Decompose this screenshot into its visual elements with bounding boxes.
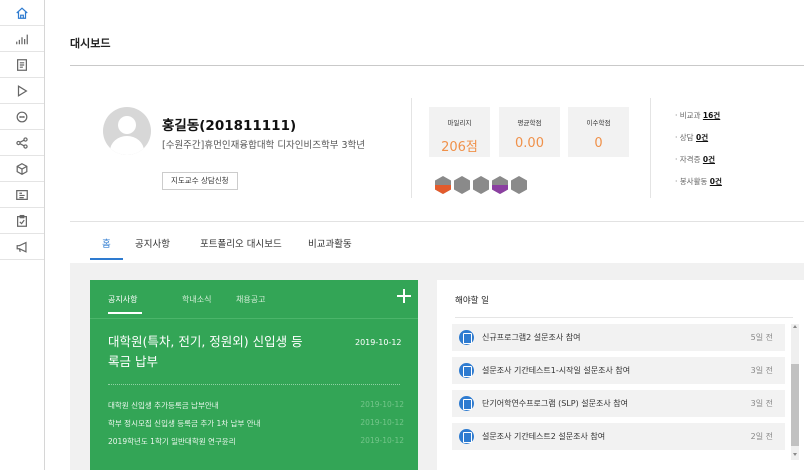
todo-list: 신규프로그램2 설문조사 참여 5일 전 설문조사 기간테스트1-시작일 설문조… — [452, 324, 785, 456]
todo-item[interactable]: 설문조사 기간테스트1-시작일 설문조사 참여 3일 전 — [452, 357, 785, 384]
sidebar-item-megaphone[interactable] — [0, 234, 44, 260]
sidebar-item-clipboard[interactable] — [0, 208, 44, 234]
todo-time: 5일 전 — [750, 333, 773, 342]
summary-count-link[interactable]: 0건 — [696, 133, 708, 142]
stat-label: 이수학점 — [586, 119, 611, 127]
panel-divider — [90, 318, 418, 319]
featured-notice-date: 2019-10-12 — [355, 338, 402, 347]
cube-icon — [16, 162, 28, 175]
clipboard-icon — [17, 214, 27, 227]
activity-summary-list: · 비교과 16건 · 상담 0건 · 자격증 0건 · 봉사활동 0건 — [675, 105, 722, 193]
list-item[interactable]: 대학원 신입생 추가등록금 납부안내 2019-10-12 — [108, 400, 404, 418]
scroll-up-icon[interactable] — [793, 325, 797, 328]
summary-count-link[interactable]: 16건 — [703, 111, 720, 120]
user-department: [수원주간]휴먼인재융합대학 디자인비즈학부 3학년 — [162, 140, 366, 151]
notice-list: 대학원 신입생 추가등록금 납부안내 2019-10-12 학부 정시모집 신입생… — [108, 400, 404, 454]
tab-home[interactable]: 홈 — [102, 236, 111, 250]
todo-text: 단기어학연수프로그램 (SLP) 설문조사 참여 — [482, 399, 628, 408]
badge-hexagon-icon — [473, 176, 489, 194]
tabs-divider — [70, 221, 804, 222]
todo-item[interactable]: 설문조사 기간테스트2 설문조사 참여 2일 전 — [452, 423, 785, 450]
summary-count-link[interactable]: 0건 — [703, 155, 715, 164]
sidebar-item-cube[interactable] — [0, 156, 44, 182]
home-icon — [16, 6, 28, 19]
todo-text: 신규프로그램2 설문조사 참여 — [482, 333, 581, 342]
sidebar-item-document[interactable] — [0, 52, 44, 78]
document-icon — [17, 58, 27, 71]
dotted-divider — [108, 384, 400, 385]
user-name: 홍길동(201811111) — [162, 118, 297, 134]
todo-time: 2일 전 — [750, 432, 773, 441]
chat-icon — [16, 111, 28, 122]
todo-time: 3일 전 — [750, 399, 773, 408]
todo-text: 설문조사 기간테스트2 설문조사 참여 — [482, 432, 606, 441]
stats-divider — [650, 98, 651, 198]
badge-hexagon-icon — [435, 176, 451, 194]
main-content: 대시보드 홍길동(201811111) [수원주간]휴먼인재융합대학 디자인비즈… — [45, 0, 804, 470]
todo-time: 3일 전 — [750, 366, 773, 375]
active-tab-indicator — [90, 258, 123, 260]
tab-notices[interactable]: 공지사항 — [135, 236, 170, 250]
todo-divider — [455, 317, 793, 318]
sidebar-item-chat[interactable] — [0, 104, 44, 130]
panel-active-tab-indicator — [108, 312, 142, 314]
stat-label: 마일리지 — [447, 119, 472, 127]
scroll-down-icon[interactable] — [793, 453, 797, 456]
title-divider — [70, 65, 804, 66]
profile-divider — [411, 98, 412, 198]
id-card-icon — [16, 189, 28, 200]
add-icon[interactable] — [397, 289, 411, 303]
app-root: 대시보드 홍길동(201811111) [수원주간]휴먼인재융합대학 디자인비즈… — [0, 0, 804, 470]
stat-value: 206점 — [441, 140, 478, 155]
panel-tab-campus-news[interactable]: 학내소식 — [182, 294, 211, 305]
avatar — [103, 107, 151, 155]
badge-hexagon-icon — [511, 176, 527, 194]
clipboard-icon — [459, 330, 474, 345]
bar-chart-icon — [16, 34, 28, 44]
advisor-consult-button[interactable]: 지도교수 상담신청 — [162, 172, 238, 190]
megaphone-icon — [16, 241, 27, 253]
stat-gpa: 평균학점 0.00 — [499, 107, 560, 157]
sidebar-item-idcard[interactable] — [0, 182, 44, 208]
clipboard-icon — [459, 429, 474, 444]
share-icon — [16, 136, 28, 149]
todo-panel: 해야할 일 신규프로그램2 설문조사 참여 5일 전 설문조사 기간테스트1-시… — [437, 280, 804, 470]
play-icon — [17, 84, 28, 97]
summary-item-counseling: · 상담 0건 — [675, 133, 709, 142]
stat-value: 0.00 — [515, 136, 544, 151]
panel-tab-notices[interactable]: 공지사항 — [108, 294, 137, 305]
summary-count-link[interactable]: 0건 — [710, 177, 722, 186]
clipboard-icon — [459, 363, 474, 378]
stat-label: 평균학점 — [517, 119, 542, 127]
stat-value: 0 — [594, 136, 603, 151]
featured-notice-title[interactable]: 대학원(특차, 전기, 정원외) 신입생 등록금 납부 — [108, 332, 308, 372]
summary-item-extracurricular: · 비교과 16건 — [675, 111, 721, 120]
sidebar-item-share[interactable] — [0, 130, 44, 156]
badge-hexagon-icon — [492, 176, 508, 194]
sidebar-item-play[interactable] — [0, 78, 44, 104]
todo-item[interactable]: 단기어학연수프로그램 (SLP) 설문조사 참여 3일 전 — [452, 390, 785, 417]
page-title: 대시보드 — [70, 37, 111, 50]
tab-extracurricular[interactable]: 비교과활동 — [308, 236, 352, 250]
summary-item-volunteer: · 봉사활동 0건 — [675, 177, 722, 186]
sidebar-item-home[interactable] — [0, 0, 44, 26]
list-item[interactable]: 2019학년도 1학기 일반대학원 연구윤리 2019-10-12 — [108, 436, 404, 454]
todo-text: 설문조사 기간테스트1-시작일 설문조사 참여 — [482, 366, 631, 375]
badge-hexagon-icon — [454, 176, 470, 194]
stat-mileage: 마일리지 206점 — [429, 107, 490, 157]
summary-item-certificate: · 자격증 0건 — [675, 155, 715, 164]
clipboard-icon — [459, 396, 474, 411]
todo-item[interactable]: 신규프로그램2 설문조사 참여 5일 전 — [452, 324, 785, 351]
todo-title: 해야할 일 — [455, 296, 489, 306]
sidebar-item-chart[interactable] — [0, 26, 44, 52]
tab-portfolio-dashboard[interactable]: 포트폴리오 대시보드 — [200, 236, 282, 250]
list-item[interactable]: 학부 정시모집 신입생 등록금 추가 1차 납부 안내 2019-10-12 — [108, 418, 404, 436]
scrollbar-thumb[interactable] — [791, 364, 799, 446]
icon-sidebar — [0, 0, 45, 470]
stat-credits: 이수학점 0 — [568, 107, 629, 157]
panel-tab-jobs[interactable]: 채용공고 — [236, 294, 265, 305]
